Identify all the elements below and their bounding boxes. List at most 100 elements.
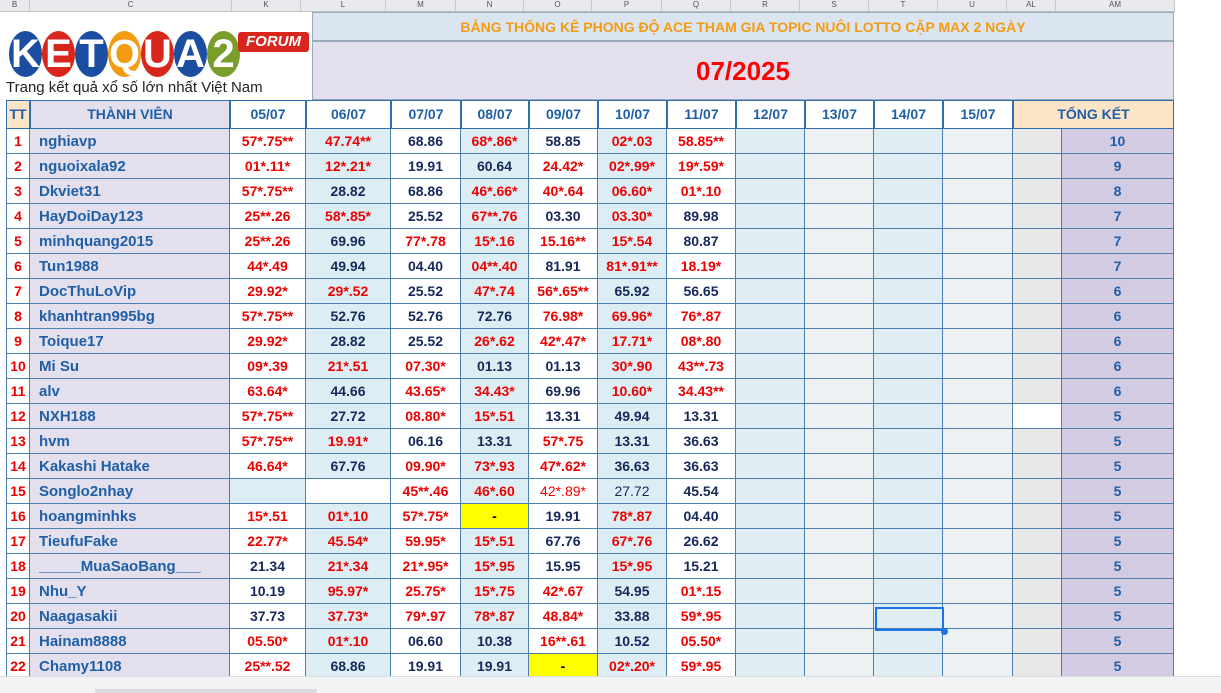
result-cell[interactable]: 78*.87 [461,604,529,629]
row-number[interactable]: 10 [6,354,30,379]
result-cell[interactable]: 81.91 [529,254,598,279]
result-cell[interactable]: 33.88 [598,604,667,629]
result-cell[interactable]: 15*.54 [598,229,667,254]
result-cell[interactable] [874,654,943,676]
header-date[interactable]: 06/07 [306,100,391,129]
result-cell[interactable]: 24.42* [529,154,598,179]
header-date[interactable]: 05/07 [230,100,306,129]
result-cell[interactable]: 43**.73 [667,354,736,379]
result-cell[interactable] [943,229,1013,254]
result-cell[interactable] [874,404,943,429]
result-cell[interactable]: 47*.74 [461,279,529,304]
result-cell[interactable] [805,654,874,676]
result-cell[interactable]: 15.95 [529,554,598,579]
result-cell[interactable]: 02*.99* [598,154,667,179]
spacer-cell[interactable] [1013,479,1062,504]
spacer-cell[interactable] [1013,654,1062,676]
result-cell[interactable]: 43.65* [391,379,461,404]
result-cell[interactable]: 57*.75** [230,179,306,204]
result-cell[interactable] [874,129,943,154]
result-cell[interactable]: 15*.95 [461,554,529,579]
result-cell[interactable] [874,479,943,504]
result-cell[interactable]: 63.64* [230,379,306,404]
result-cell[interactable] [805,204,874,229]
spacer-cell[interactable] [1013,554,1062,579]
result-cell[interactable]: 42*.67 [529,579,598,604]
result-cell[interactable] [874,429,943,454]
result-cell[interactable] [874,179,943,204]
header-date[interactable]: 14/07 [874,100,943,129]
result-cell[interactable]: 21*.51 [306,354,391,379]
result-cell[interactable]: 19.91 [391,654,461,676]
result-cell[interactable] [874,529,943,554]
spacer-cell[interactable] [1013,254,1062,279]
row-number[interactable]: 14 [6,454,30,479]
header-date[interactable]: 08/07 [461,100,529,129]
total-score[interactable]: 5 [1062,404,1174,429]
column-header-c[interactable]: C [30,0,232,11]
total-score[interactable]: 9 [1062,154,1174,179]
row-number[interactable]: 16 [6,504,30,529]
column-header-q[interactable]: Q [662,0,731,11]
header-date[interactable]: 11/07 [667,100,736,129]
result-cell[interactable] [736,504,805,529]
column-header-p[interactable]: P [592,0,662,11]
result-cell[interactable]: 05.50* [667,629,736,654]
result-cell[interactable]: 68.86 [306,654,391,676]
result-cell[interactable]: 29.92* [230,329,306,354]
result-cell[interactable] [943,204,1013,229]
result-cell[interactable] [943,429,1013,454]
total-score[interactable]: 5 [1062,604,1174,629]
result-cell[interactable]: 57*.75** [230,404,306,429]
result-cell[interactable]: 59*.95 [667,654,736,676]
row-number[interactable]: 18 [6,554,30,579]
result-cell[interactable]: 05.50* [230,629,306,654]
spacer-cell[interactable] [1013,504,1062,529]
result-cell[interactable]: 67**.76 [461,204,529,229]
result-cell[interactable] [943,529,1013,554]
result-cell[interactable]: 56*.65** [529,279,598,304]
result-cell[interactable]: 46.64* [230,454,306,479]
result-cell[interactable] [943,504,1013,529]
result-cell[interactable]: 21*.34 [306,554,391,579]
result-cell[interactable] [736,454,805,479]
result-cell[interactable] [874,579,943,604]
row-number[interactable]: 3 [6,179,30,204]
result-cell[interactable]: 04.40 [391,254,461,279]
row-number[interactable]: 1 [6,129,30,154]
spacer-cell[interactable] [1013,579,1062,604]
result-cell[interactable]: 25.52 [391,204,461,229]
result-cell[interactable] [805,179,874,204]
spacer-cell[interactable] [1013,154,1062,179]
result-cell[interactable]: 78*.87 [598,504,667,529]
result-cell[interactable] [805,304,874,329]
member-name[interactable]: HayDoiDay123 [30,204,230,229]
result-cell[interactable] [943,279,1013,304]
total-score[interactable]: 5 [1062,504,1174,529]
result-cell[interactable] [736,129,805,154]
result-cell[interactable] [943,604,1013,629]
member-name[interactable]: minhquang2015 [30,229,230,254]
result-cell[interactable] [736,629,805,654]
row-number[interactable]: 17 [6,529,30,554]
result-cell[interactable] [736,279,805,304]
result-cell[interactable]: 80.87 [667,229,736,254]
member-name[interactable]: alv [30,379,230,404]
result-cell[interactable] [943,454,1013,479]
member-name[interactable]: Tun1988 [30,254,230,279]
result-cell[interactable]: 01.13 [529,354,598,379]
result-cell[interactable]: 67*.76 [598,529,667,554]
row-number[interactable]: 7 [6,279,30,304]
result-cell[interactable]: 10.52 [598,629,667,654]
result-cell[interactable]: 07.30* [391,354,461,379]
member-name[interactable]: Toique17 [30,329,230,354]
result-cell[interactable] [874,204,943,229]
result-cell[interactable]: 19.91 [529,504,598,529]
row-number[interactable]: 12 [6,404,30,429]
spacer-cell[interactable] [1013,279,1062,304]
result-cell[interactable] [805,129,874,154]
result-cell[interactable] [805,504,874,529]
result-cell[interactable]: 15*.51 [461,529,529,554]
row-number[interactable]: 4 [6,204,30,229]
spacer-cell[interactable] [1013,204,1062,229]
